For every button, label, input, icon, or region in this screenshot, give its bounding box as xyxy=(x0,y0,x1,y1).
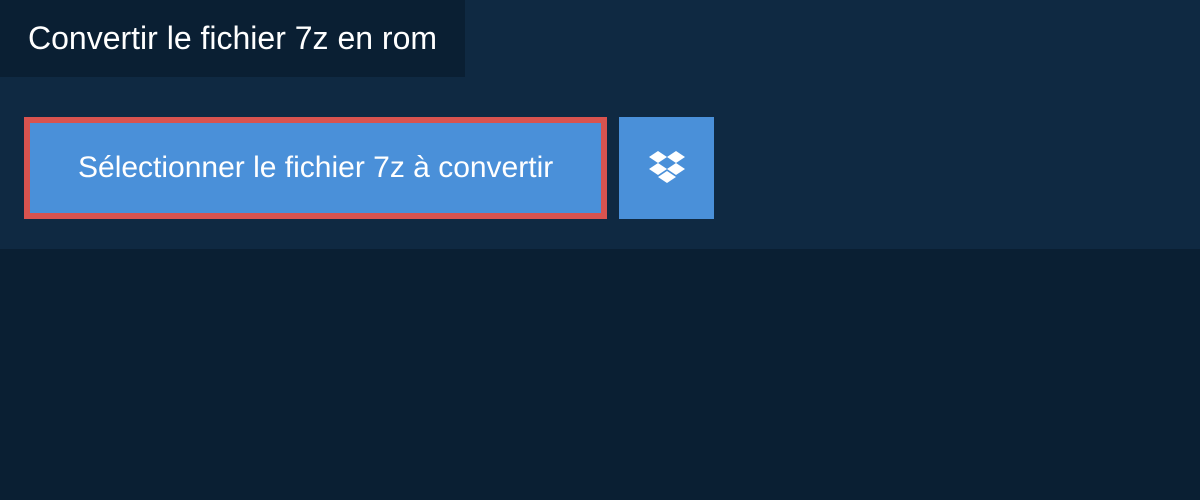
page-title: Convertir le fichier 7z en rom xyxy=(0,0,465,77)
conversion-panel: Convertir le fichier 7z en rom Sélection… xyxy=(0,0,1200,249)
dropbox-button[interactable] xyxy=(619,117,714,219)
select-file-button[interactable]: Sélectionner le fichier 7z à convertir xyxy=(24,117,607,219)
button-row: Sélectionner le fichier 7z à convertir xyxy=(0,77,1200,219)
dropbox-icon xyxy=(649,151,685,185)
